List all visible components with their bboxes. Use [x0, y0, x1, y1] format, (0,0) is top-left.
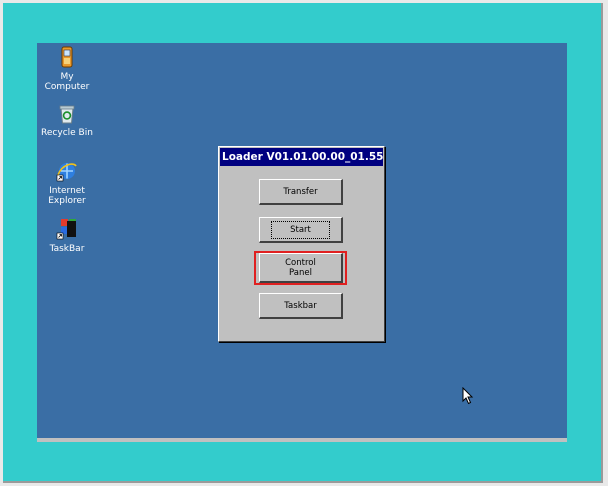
desktop-icon-internet-explorer[interactable]: Internet Explorer — [37, 160, 97, 206]
desktop-icon-label: Internet Explorer — [48, 186, 86, 206]
desktop-icon-label: Recycle Bin — [41, 128, 93, 138]
internet-explorer-icon — [37, 160, 97, 185]
desktop-icon-label: TaskBar — [49, 244, 85, 254]
transfer-button-label: Transfer — [283, 186, 318, 197]
control-panel-highlight — [254, 251, 347, 285]
start-button-label: Start — [271, 220, 330, 239]
desktop-icon-my-computer[interactable]: My Computer — [37, 46, 97, 92]
recycle-bin-icon — [37, 104, 97, 127]
transfer-button[interactable]: Transfer — [259, 179, 343, 205]
taskbar-button-label: Taskbar — [284, 300, 317, 311]
taskbar-strip[interactable] — [37, 438, 567, 442]
desktop-icon-recycle-bin[interactable]: Recycle Bin — [37, 104, 97, 138]
loader-dialog: Loader V01.01.00.00_01.55 Transfer Start… — [218, 146, 385, 342]
taskbar-button[interactable]: Taskbar — [259, 293, 343, 319]
desktop-icon-taskbar[interactable]: TaskBar — [37, 218, 97, 254]
desktop-icon-label: My Computer — [44, 72, 90, 92]
start-button[interactable]: Start — [259, 217, 343, 243]
my-computer-icon — [37, 46, 97, 71]
mouse-pointer-icon — [462, 386, 474, 409]
taskbar-shortcut-icon — [37, 218, 97, 243]
dialog-title[interactable]: Loader V01.01.00.00_01.55 — [220, 148, 383, 166]
